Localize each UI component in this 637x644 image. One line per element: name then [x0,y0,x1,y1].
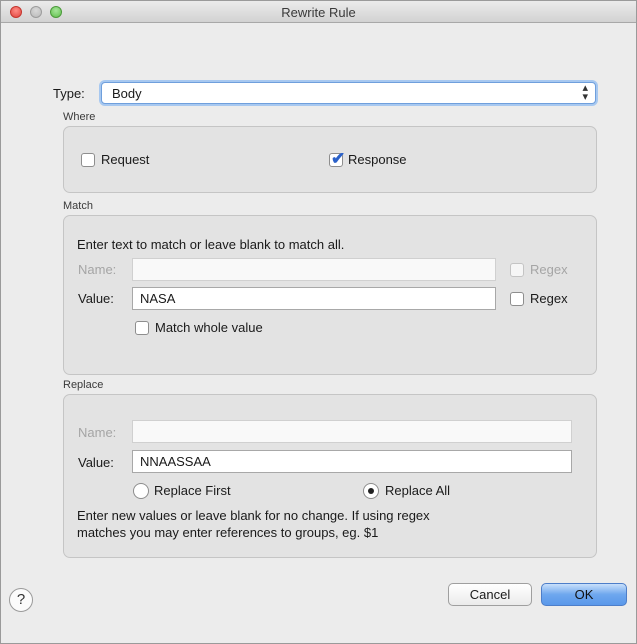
match-name-regex-label: Regex [530,262,568,277]
replace-value-label: Value: [78,455,114,470]
match-name-label: Name: [78,262,117,277]
radio-selected-dot [368,488,374,494]
request-label: Request [101,152,150,167]
replace-value-text: NNAASSAA [140,454,211,469]
where-group: Request ✔ Response [63,126,597,193]
match-name-regex-checkbox[interactable] [510,263,524,277]
response-checkbox[interactable]: ✔ [329,149,345,168]
match-whole-value-label: Match whole value [155,320,263,335]
where-section-title: Where [63,111,96,123]
response-label: Response [348,152,407,167]
match-value-regex-label: Regex [530,291,568,306]
select-arrows-icon: ▴ ▾ [582,82,588,103]
match-name-field[interactable] [132,258,496,281]
help-button[interactable]: ? [9,588,33,612]
replace-all-radio[interactable] [363,483,379,499]
replace-name-label: Name: [78,425,117,440]
cancel-button[interactable]: Cancel [448,583,532,606]
type-label: Type: [53,86,85,101]
match-section-title: Match [63,200,93,212]
match-value-field[interactable]: NASA [132,287,496,310]
title-bar: Rewrite Rule [1,1,636,23]
match-value-text: NASA [140,291,176,306]
match-group: Enter text to match or leave blank to ma… [63,215,597,375]
replace-group: Name: Value: NNAASSAA Replace First Repl… [63,394,597,558]
match-whole-value-checkbox[interactable] [135,321,149,335]
replace-first-radio[interactable] [133,483,149,499]
match-value-label: Value: [78,291,114,306]
replace-help-line-1: Enter new values or leave blank for no c… [77,508,430,523]
match-instructions: Enter text to match or leave blank to ma… [77,237,345,252]
type-select-value: Body [112,86,142,101]
request-checkbox[interactable] [81,153,95,167]
ok-button[interactable]: OK [541,583,627,606]
replace-help-line-2: matches you may enter references to grou… [77,525,379,540]
replace-value-field[interactable]: NNAASSAA [132,450,572,473]
window-title: Rewrite Rule [281,5,356,20]
type-select[interactable]: Body ▴ ▾ [101,82,596,104]
match-value-regex-checkbox[interactable] [510,292,524,306]
replace-all-label: Replace All [385,483,451,498]
rewrite-rule-dialog: Rewrite Rule Type: Body ▴ ▾ Where Request… [0,0,637,644]
replace-first-label: Replace First [154,483,231,498]
checkmark-icon: ✔ [331,149,346,168]
replace-name-field[interactable] [132,420,572,443]
replace-section-title: Replace [63,379,104,391]
